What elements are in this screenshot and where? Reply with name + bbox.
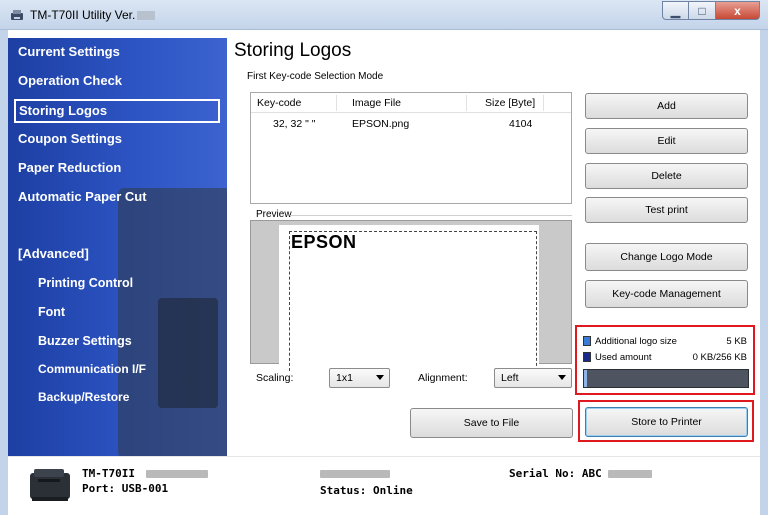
alignment-label: Alignment: — [418, 372, 468, 384]
logo-mode-label: First Key-code Selection Mode — [247, 71, 384, 82]
printer-status: Status: Online — [320, 484, 413, 497]
used-amount-swatch — [583, 352, 591, 362]
column-header-size[interactable]: Size [Byte] — [485, 97, 535, 109]
store-to-printer-button[interactable]: Store to Printer — [585, 407, 748, 437]
printer-port: Port: USB-001 — [82, 482, 169, 495]
title-bar: TM-T70II Utility Ver. ▁ □ x — [0, 0, 768, 30]
logo-table[interactable]: Key-code Image File Size [Byte] 32, 32 "… — [250, 92, 572, 204]
printer-icon — [30, 469, 70, 501]
sidebar-item-current-settings[interactable]: Current Settings — [14, 40, 220, 64]
alignment-value: Left — [501, 372, 519, 384]
sidebar-section-advanced: [Advanced] — [18, 246, 89, 261]
column-divider — [336, 95, 337, 111]
redacted-text — [145, 470, 208, 478]
scaling-value: 1x1 — [336, 372, 353, 384]
used-amount-label: Used amount — [595, 351, 652, 363]
scaling-select[interactable]: 1x1 — [329, 368, 390, 388]
close-button[interactable]: x — [716, 1, 760, 20]
column-header-key-code[interactable]: Key-code — [257, 97, 301, 109]
sidebar-item-storing-logos[interactable]: Storing Logos — [14, 99, 220, 123]
window-title: TM-T70II Utility Ver. — [30, 8, 156, 22]
sidebar-item-operation-check[interactable]: Operation Check — [14, 69, 220, 93]
window-frame-left — [0, 30, 8, 515]
page-title: Storing Logos — [234, 40, 352, 61]
alignment-select[interactable]: Left — [494, 368, 572, 388]
table-header: Key-code Image File Size [Byte] — [251, 93, 571, 113]
window-frame-right — [760, 30, 768, 515]
sidebar-item-coupon-settings[interactable]: Coupon Settings — [14, 127, 220, 151]
edit-button[interactable]: Edit — [585, 128, 748, 154]
sidebar: Current Settings Operation Check Storing… — [8, 38, 227, 456]
cell-image-file: EPSON.png — [352, 118, 410, 130]
additional-size-swatch — [583, 336, 591, 346]
test-print-button[interactable]: Test print — [585, 197, 748, 223]
sidebar-item-communication-if[interactable]: Communication I/F — [34, 357, 220, 381]
additional-size-value: 5 KB — [726, 335, 747, 347]
redacted-text — [320, 470, 390, 478]
preview-logo: EPSON — [291, 232, 357, 252]
redacted-text — [608, 470, 653, 478]
close-icon: x — [734, 3, 741, 18]
additional-logo-size-row: Additional logo size 5 KB — [583, 334, 747, 348]
memory-usage: Additional logo size 5 KB Used amount 0 … — [580, 330, 752, 392]
printer-name — [320, 467, 390, 480]
printer-app-icon — [11, 10, 23, 20]
delete-button[interactable]: Delete — [585, 163, 748, 189]
memory-usage-fill — [584, 370, 588, 387]
maximize-button[interactable]: □ — [689, 1, 716, 20]
sidebar-item-font[interactable]: Font — [34, 300, 220, 324]
preview-label: Preview — [256, 209, 292, 220]
cell-key-code: 32, 32 " " — [273, 118, 316, 130]
logo-preview: EPSON — [250, 220, 572, 371]
scaling-label: Scaling: — [256, 372, 294, 384]
preview-divider — [290, 215, 572, 216]
column-header-image-file[interactable]: Image File — [352, 97, 401, 109]
serial-number: Serial No: ABC — [509, 467, 653, 480]
change-logo-mode-button[interactable]: Change Logo Mode — [585, 243, 748, 271]
chevron-down-icon — [558, 375, 566, 380]
preview-paper: EPSON — [279, 225, 539, 371]
sidebar-item-backup-restore[interactable]: Backup/Restore — [34, 385, 220, 409]
chevron-down-icon — [376, 375, 384, 380]
column-divider — [543, 95, 544, 111]
memory-usage-bar — [583, 369, 749, 388]
add-button[interactable]: Add — [585, 93, 748, 119]
save-to-file-button[interactable]: Save to File — [410, 408, 573, 438]
maximize-icon: □ — [698, 3, 706, 18]
cell-size: 4104 — [509, 118, 533, 130]
additional-size-label: Additional logo size — [595, 335, 677, 347]
used-amount-row: Used amount 0 KB/256 KB — [583, 350, 747, 364]
minimize-icon: ▁ — [670, 3, 681, 18]
column-divider — [466, 95, 467, 111]
used-amount-value: 0 KB/256 KB — [692, 351, 747, 363]
sidebar-item-printing-control[interactable]: Printing Control — [34, 271, 220, 295]
key-code-management-button[interactable]: Key-code Management — [585, 280, 748, 308]
sidebar-item-buzzer-settings[interactable]: Buzzer Settings — [34, 329, 220, 353]
sidebar-item-paper-reduction[interactable]: Paper Reduction — [14, 156, 220, 180]
sidebar-item-automatic-paper-cut[interactable]: Automatic Paper Cut — [14, 185, 220, 209]
printer-model: TM-T70II — [82, 467, 208, 480]
status-bar: TM-T70II Port: USB-001 Status: Online Se… — [8, 456, 760, 515]
minimize-button[interactable]: ▁ — [662, 1, 689, 20]
